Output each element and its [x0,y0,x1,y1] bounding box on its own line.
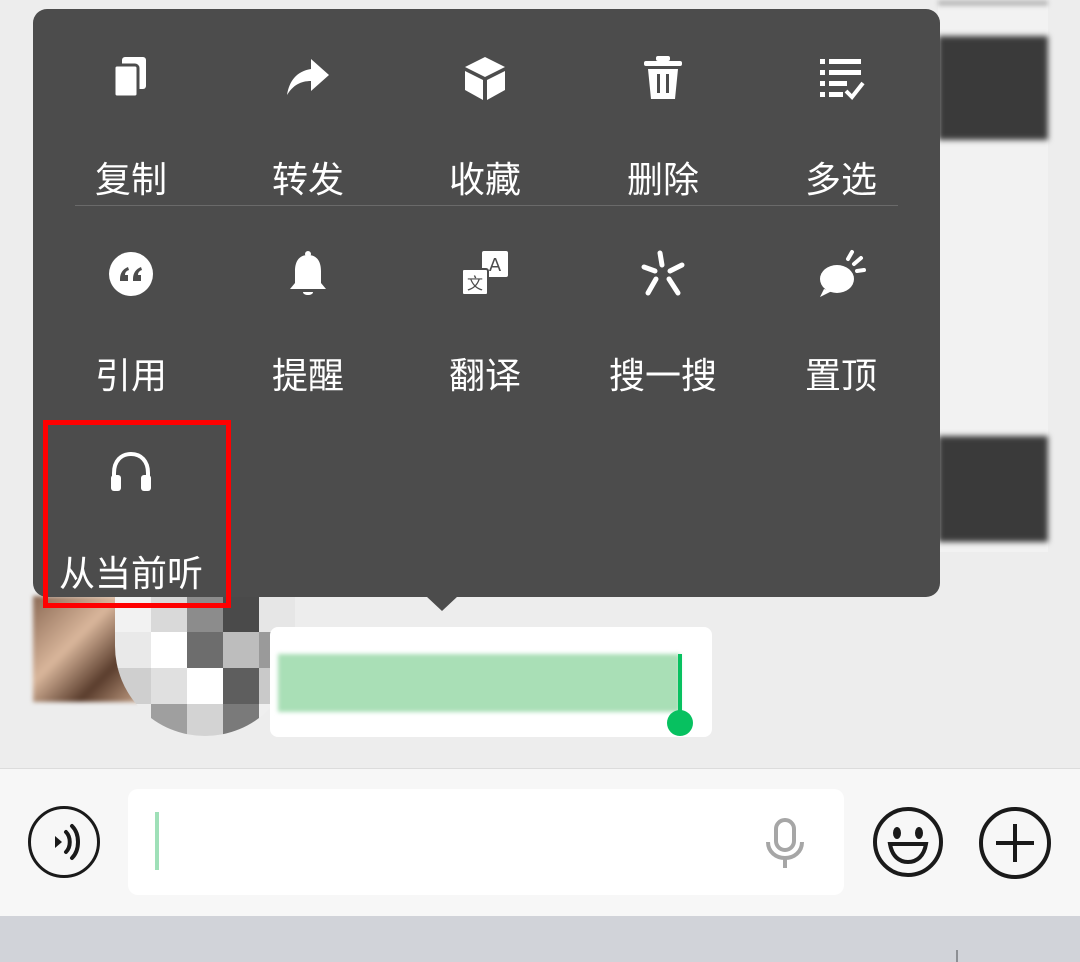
svg-text:A: A [489,255,502,276]
menu-item-pin[interactable]: 置顶 [756,249,926,399]
multi-select-icon [816,53,866,103]
copy-icon [106,53,156,103]
background-blurred-image [938,436,1048,542]
svg-text:文: 文 [467,274,483,293]
background-blurred-image [938,36,1048,140]
menu-item-copy[interactable]: 复制 [46,53,216,203]
menu-item-label: 置顶 [804,356,877,397]
translate-icon: A文 [460,249,510,299]
menu-item-delete[interactable]: 删除 [578,53,748,203]
search-sparkle-icon [638,249,688,299]
selected-message-text[interactable] [278,654,680,712]
menu-item-remind[interactable]: 提醒 [223,249,393,399]
menu-item-label: 提醒 [271,356,344,397]
emoji-button[interactable] [872,806,944,878]
bell-icon [283,249,333,299]
menu-item-label: 复制 [94,160,167,201]
pin-top-icon [816,249,866,299]
voice-mode-button[interactable] [28,806,100,878]
text-caret [155,812,159,870]
menu-item-search[interactable]: 搜一搜 [578,249,748,399]
menu-item-label: 删除 [626,160,699,201]
keyboard-area [0,916,1080,962]
menu-item-multiselect[interactable]: 多选 [756,53,926,203]
chat-screen: 复制 转发 收藏 删除 多选 引用 提醒 A 文 翻译 搜一搜 置顶 从当前听 [0,0,1080,962]
keyboard-divider [956,950,958,962]
more-functions-button[interactable] [978,806,1052,880]
menu-item-quote[interactable]: 引用 [46,249,216,399]
message-input[interactable] [128,789,844,895]
menu-item-label: 搜一搜 [608,356,717,397]
emoji-icon [872,806,944,878]
trash-icon [638,53,688,103]
menu-item-forward[interactable]: 转发 [223,53,393,203]
mosaic-redaction [115,596,295,736]
voice-mode-icon [31,809,97,875]
microphone-icon[interactable] [762,818,808,870]
menu-item-label: 多选 [804,160,877,201]
background-blur-line [938,0,1048,6]
forward-icon [283,53,333,103]
quote-icon [106,249,156,299]
highlight-annotation-box [43,420,231,608]
menu-item-label: 引用 [94,356,167,397]
favorite-cube-icon [460,53,510,103]
menu-item-label: 翻译 [448,356,521,397]
menu-item-label: 收藏 [448,160,521,201]
menu-item-favorite[interactable]: 收藏 [400,53,570,203]
menu-pointer-arrow [426,596,458,611]
plus-icon [978,806,1052,880]
menu-item-translate[interactable]: A文 翻译 [400,249,570,399]
selection-handle-knob[interactable] [667,710,693,736]
menu-divider [75,205,898,206]
menu-item-label: 转发 [271,160,344,201]
